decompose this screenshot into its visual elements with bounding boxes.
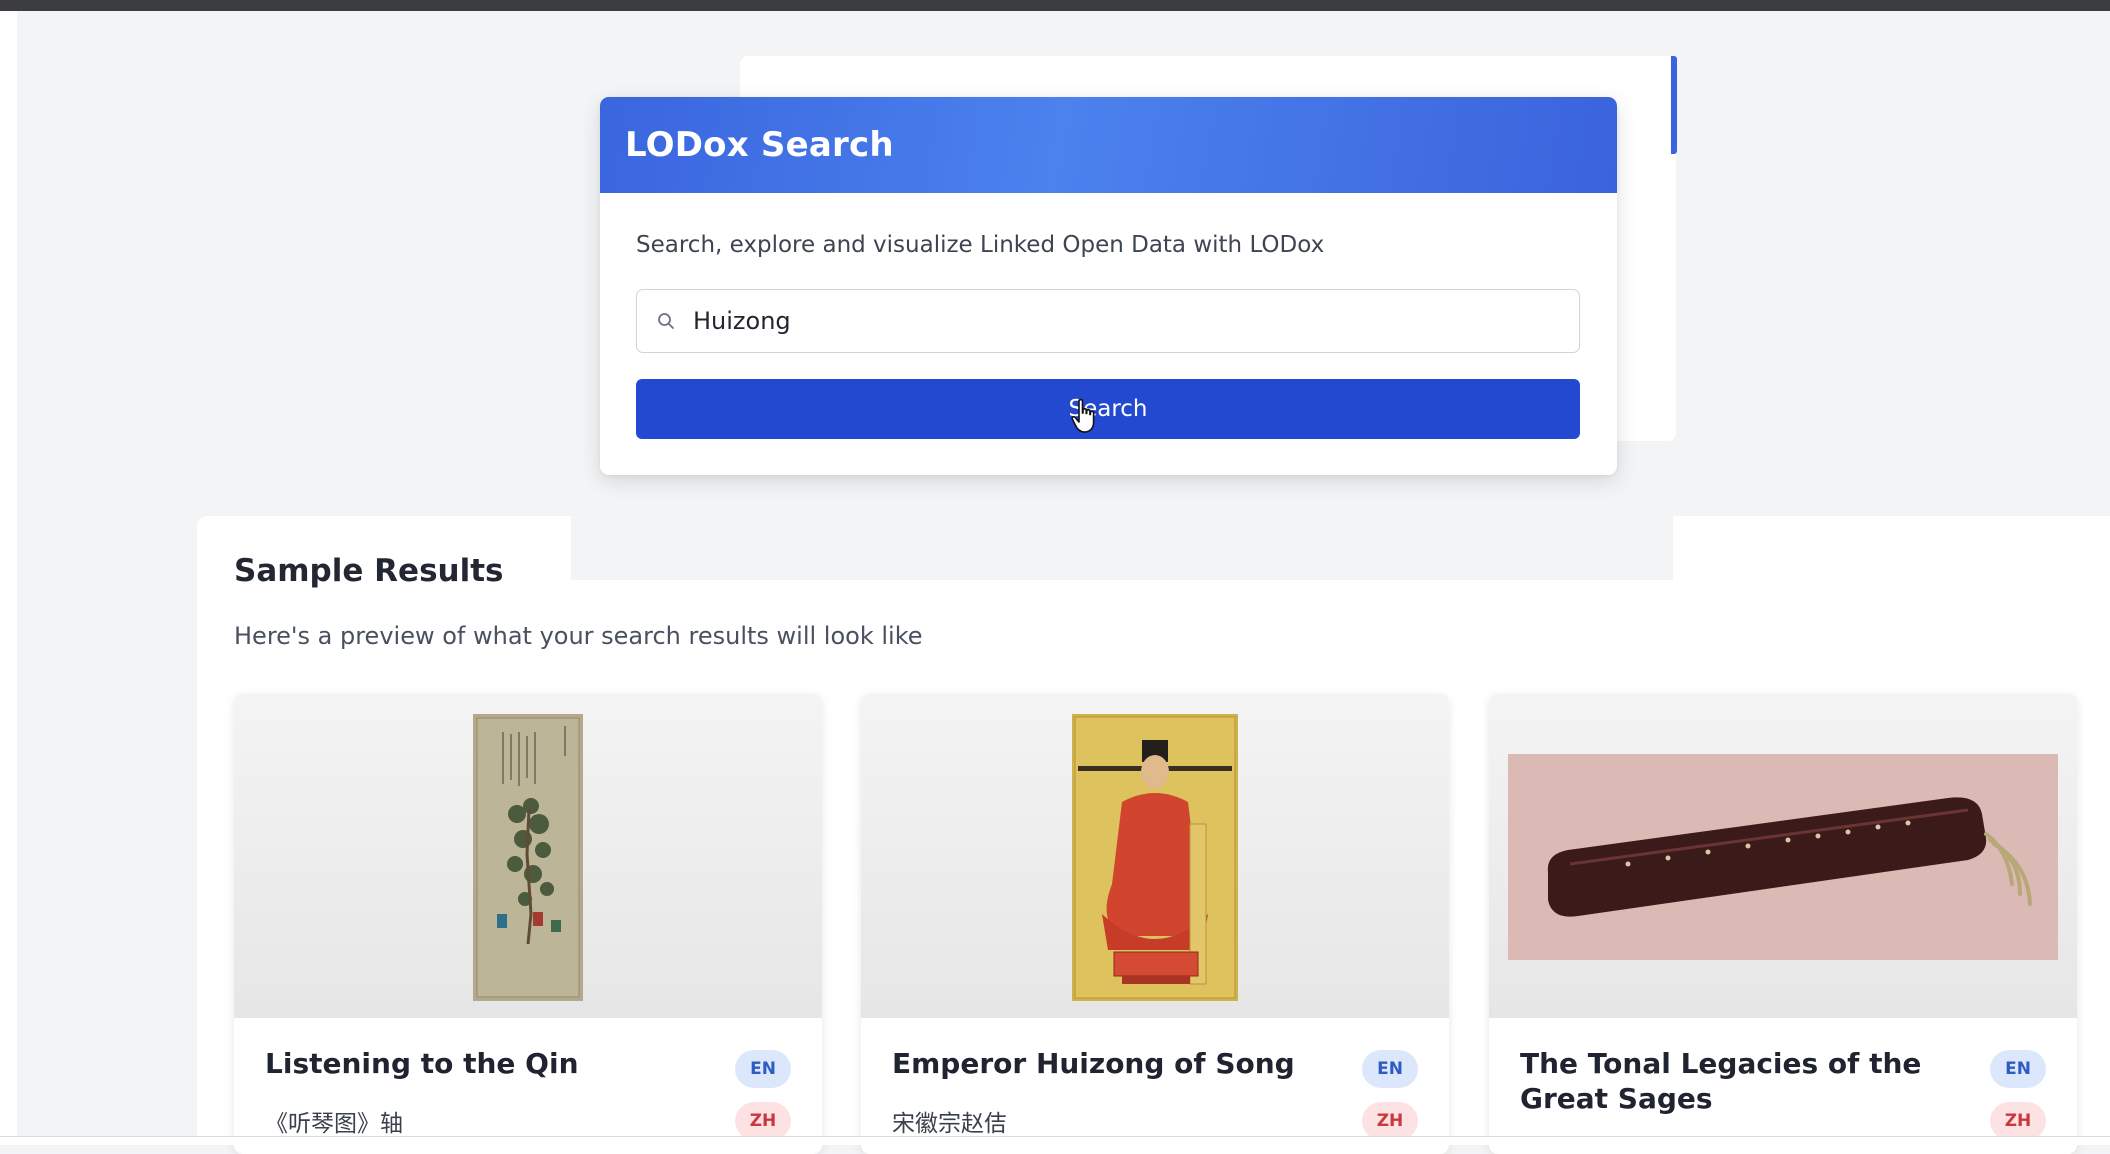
search-field[interactable]	[636, 289, 1580, 353]
emperor-portrait-image	[1072, 714, 1238, 1001]
language-badge-zh: ZH	[735, 1102, 791, 1140]
result-card[interactable]: Listening to the Qin 《听琴图》轴 EN ZH	[234, 694, 822, 1154]
search-card-subtitle: Search, explore and visualize Linked Ope…	[636, 232, 1325, 258]
background-card-accent	[1671, 56, 1677, 154]
search-icon	[655, 310, 677, 332]
language-badge-en: EN	[1990, 1050, 2046, 1088]
painting-scroll-image	[473, 714, 583, 1001]
guqin-instrument-image	[1508, 754, 2058, 960]
hand-cursor-icon	[1071, 398, 1095, 433]
search-button[interactable]: Search	[636, 379, 1580, 439]
bottom-strip	[0, 1136, 2110, 1145]
search-card-title: LODox Search	[625, 125, 894, 165]
left-margin	[0, 11, 17, 1136]
result-card[interactable]: The Tonal Legacies of the Great Sages EN…	[1489, 694, 2077, 1154]
card-subtitle: 宋徽宗赵佶	[892, 1111, 1007, 1137]
card-title: Listening to the Qin	[265, 1047, 579, 1080]
search-card-header: LODox Search	[600, 97, 1617, 193]
card-title: Emperor Huizong of Song	[892, 1047, 1295, 1080]
language-badge-en: EN	[735, 1050, 791, 1088]
window-top-bar	[0, 0, 2110, 11]
card-subtitle: 《听琴图》轴	[265, 1111, 403, 1137]
search-card: LODox Search Search, explore and visuali…	[600, 97, 1617, 475]
language-badge-en: EN	[1362, 1050, 1418, 1088]
results-title: Sample Results	[234, 553, 504, 589]
result-card[interactable]: Emperor Huizong of Song 宋徽宗赵佶 EN ZH	[861, 694, 1449, 1154]
language-badge-zh: ZH	[1362, 1102, 1418, 1140]
card-title: The Tonal Legacies of the Great Sages	[1520, 1047, 1922, 1115]
results-panel-overlap	[571, 516, 1673, 580]
results-subtitle: Here's a preview of what your search res…	[234, 622, 923, 650]
search-input[interactable]	[691, 306, 1555, 336]
language-badge-zh: ZH	[1990, 1102, 2046, 1140]
